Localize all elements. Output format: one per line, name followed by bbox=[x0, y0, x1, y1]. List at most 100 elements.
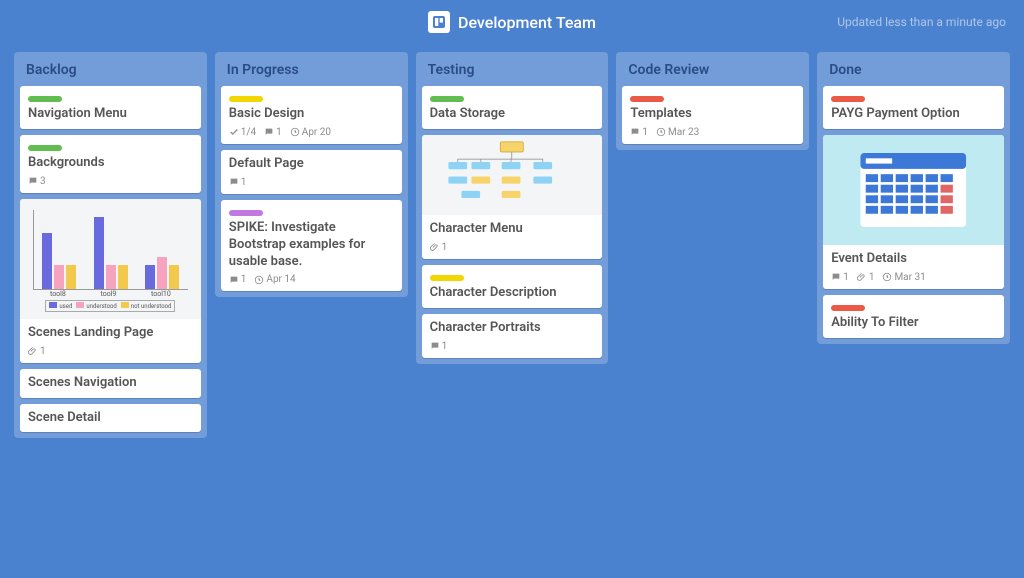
comments-badge: 1 bbox=[630, 127, 648, 138]
checklist-badge: 1/4 bbox=[229, 127, 256, 138]
top-bar: Development Team Updated less than a min… bbox=[0, 0, 1024, 44]
card-ability-to-filter[interactable]: Ability To Filter bbox=[823, 295, 1004, 338]
comments-count: 1 bbox=[276, 127, 282, 138]
card-badges: 1 Mar 23 bbox=[630, 127, 795, 138]
card-label bbox=[430, 275, 464, 281]
card-cover-calendar bbox=[823, 135, 1004, 245]
card-label bbox=[28, 145, 62, 151]
board-title-wrap: Development Team bbox=[428, 11, 596, 33]
card-event-details[interactable]: Event Details 1 1 Mar 31 bbox=[823, 135, 1004, 289]
chart-x-labels: tool8 tool9 tool10 bbox=[33, 290, 189, 298]
trello-icon bbox=[428, 11, 450, 33]
board: Backlog Navigation Menu Backgrounds 3 bbox=[0, 44, 1024, 578]
card-cover-flowchart bbox=[422, 135, 603, 215]
card-character-portraits[interactable]: Character Portraits 1 bbox=[422, 314, 603, 358]
card-spike-bootstrap[interactable]: SPIKE: Investigate Bootstrap examples fo… bbox=[221, 200, 402, 292]
card-templates[interactable]: Templates 1 Mar 23 bbox=[622, 86, 803, 144]
card-badges: 1 bbox=[430, 242, 595, 253]
clock-icon bbox=[254, 275, 264, 285]
due-badge: Mar 31 bbox=[882, 272, 925, 283]
card-data-storage[interactable]: Data Storage bbox=[422, 86, 603, 129]
list-in-progress[interactable]: In Progress Basic Design 1/4 1 Apr 20 bbox=[215, 52, 408, 297]
attachment-icon bbox=[430, 242, 440, 252]
comments-badge: 3 bbox=[28, 176, 46, 187]
clock-icon bbox=[882, 272, 892, 282]
comments-count: 1 bbox=[241, 177, 247, 188]
card-title: SPIKE: Investigate Bootstrap examples fo… bbox=[229, 220, 394, 271]
comments-count: 1 bbox=[642, 127, 648, 138]
card-cover-chart: tool8 tool9 tool10 used understood not u… bbox=[20, 199, 201, 319]
list-testing[interactable]: Testing Data Storage Character Menu bbox=[416, 52, 609, 364]
card-title: Character Menu bbox=[430, 221, 595, 238]
card-title: Scenes Landing Page bbox=[28, 325, 193, 342]
list-done[interactable]: Done PAYG Payment Option bbox=[817, 52, 1010, 344]
comments-badge: 1 bbox=[831, 272, 849, 283]
comments-badge: 1 bbox=[430, 341, 448, 352]
list-title[interactable]: Code Review bbox=[622, 58, 803, 80]
comment-icon bbox=[229, 177, 239, 187]
card-character-description[interactable]: Character Description bbox=[422, 265, 603, 308]
card-payg-payment-option[interactable]: PAYG Payment Option bbox=[823, 86, 1004, 129]
card-badges: 3 bbox=[28, 176, 193, 187]
card-title: Scene Detail bbox=[28, 410, 193, 427]
card-label bbox=[831, 96, 865, 102]
card-title: Scenes Navigation bbox=[28, 375, 193, 392]
card-title: Templates bbox=[630, 106, 795, 123]
comments-count: 1 bbox=[241, 274, 247, 285]
attachment-icon bbox=[857, 272, 867, 282]
comment-icon bbox=[831, 272, 841, 282]
card-label bbox=[831, 305, 865, 311]
attachments-count: 1 bbox=[40, 346, 46, 357]
card-label bbox=[430, 96, 464, 102]
list-backlog[interactable]: Backlog Navigation Menu Backgrounds 3 bbox=[14, 52, 207, 438]
list-title[interactable]: Backlog bbox=[20, 58, 201, 80]
attachments-badge: 1 bbox=[857, 272, 875, 283]
due-badge: Apr 14 bbox=[254, 274, 295, 285]
clock-icon bbox=[290, 127, 300, 137]
card-badges: 1 bbox=[430, 341, 595, 352]
clock-icon bbox=[656, 127, 666, 137]
card-character-menu[interactable]: Character Menu 1 bbox=[422, 135, 603, 259]
list-title[interactable]: Done bbox=[823, 58, 1004, 80]
comment-icon bbox=[229, 275, 239, 285]
card-badges: 1/4 1 Apr 20 bbox=[229, 127, 394, 138]
attachment-icon bbox=[28, 346, 38, 356]
card-title: Character Portraits bbox=[430, 320, 595, 337]
card-basic-design[interactable]: Basic Design 1/4 1 Apr 20 bbox=[221, 86, 402, 144]
card-title: Character Description bbox=[430, 285, 595, 302]
attachments-count: 1 bbox=[869, 272, 875, 283]
list-code-review[interactable]: Code Review Templates 1 Mar 23 bbox=[616, 52, 809, 150]
card-scenes-landing-page[interactable]: tool8 tool9 tool10 used understood not u… bbox=[20, 199, 201, 363]
card-title: Ability To Filter bbox=[831, 315, 996, 332]
card-title: Backgrounds bbox=[28, 155, 193, 172]
chart-legend: used understood not understood bbox=[45, 300, 175, 312]
card-title: Navigation Menu bbox=[28, 106, 193, 123]
card-navigation-menu[interactable]: Navigation Menu bbox=[20, 86, 201, 129]
board-title[interactable]: Development Team bbox=[458, 13, 596, 32]
list-title[interactable]: In Progress bbox=[221, 58, 402, 80]
card-label bbox=[28, 96, 62, 102]
comments-count: 3 bbox=[40, 176, 46, 187]
card-badges: 1 1 Mar 31 bbox=[831, 272, 996, 283]
attachments-count: 1 bbox=[442, 242, 448, 253]
chart-x-label: tool10 bbox=[151, 290, 171, 298]
card-label bbox=[229, 210, 263, 216]
card-title: Data Storage bbox=[430, 106, 595, 123]
updated-status: Updated less than a minute ago bbox=[837, 0, 1006, 44]
comments-badge: 1 bbox=[229, 274, 247, 285]
list-title[interactable]: Testing bbox=[422, 58, 603, 80]
card-scenes-navigation[interactable]: Scenes Navigation bbox=[20, 369, 201, 398]
comment-icon bbox=[264, 127, 274, 137]
due-date: Apr 14 bbox=[266, 274, 295, 285]
due-badge: Apr 20 bbox=[290, 127, 331, 138]
card-title: PAYG Payment Option bbox=[831, 106, 996, 123]
card-scene-detail[interactable]: Scene Detail bbox=[20, 404, 201, 433]
card-label bbox=[630, 96, 664, 102]
card-default-page[interactable]: Default Page 1 bbox=[221, 150, 402, 194]
comment-icon bbox=[28, 176, 38, 186]
comments-badge: 1 bbox=[229, 177, 247, 188]
checklist-count: 1/4 bbox=[241, 127, 256, 138]
due-date: Mar 23 bbox=[668, 127, 699, 138]
card-backgrounds[interactable]: Backgrounds 3 bbox=[20, 135, 201, 193]
card-badges: 1 bbox=[28, 346, 193, 357]
